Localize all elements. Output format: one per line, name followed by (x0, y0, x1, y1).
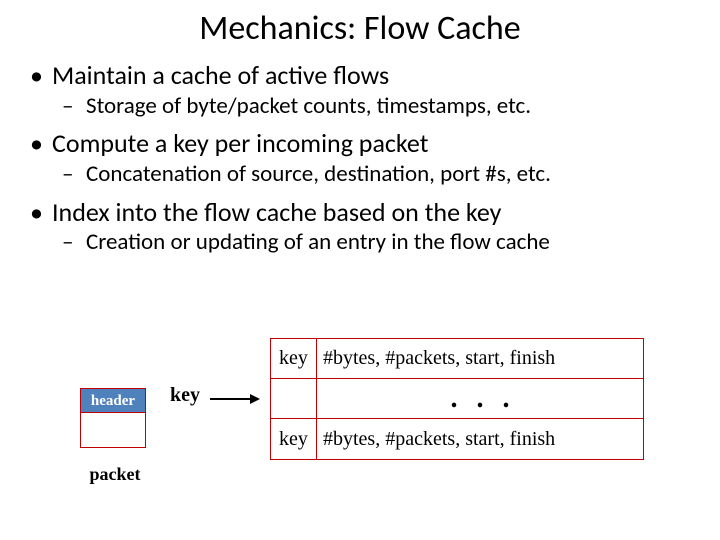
table-row: key #bytes, #packets, start, finish (271, 419, 643, 459)
cache-table: key #bytes, #packets, start, finish . . … (270, 338, 644, 460)
cell-value: #bytes, #packets, start, finish (317, 339, 643, 378)
bullet-2-sub: Concatenation of source, destination, po… (52, 160, 690, 190)
arrow-icon (210, 398, 258, 400)
bullet-1: Maintain a cache of active flows (52, 59, 690, 92)
packet-caption: packet (80, 464, 150, 485)
slide-title: Mechanics: Flow Cache (0, 0, 720, 49)
bullet-list: Maintain a cache of active flows Storage… (0, 49, 720, 258)
bullet-3: Index into the flow cache based on the k… (52, 196, 690, 229)
key-label: key (170, 384, 200, 407)
table-row: . . . (271, 379, 643, 419)
table-row: key #bytes, #packets, start, finish (271, 339, 643, 379)
diagram-area: header packet key key #bytes, #packets, … (0, 350, 720, 530)
packet-box: header (80, 388, 146, 448)
cell-dots: . . . (317, 379, 643, 418)
bullet-1-sub: Storage of byte/packet counts, timestamp… (52, 92, 690, 122)
cell-key: key (271, 339, 317, 378)
bullet-3-sub: Creation or updating of an entry in the … (52, 228, 690, 258)
cell-key: key (271, 419, 317, 459)
cell-key-empty (271, 379, 317, 418)
cell-value: #bytes, #packets, start, finish (317, 419, 643, 459)
bullet-2: Compute a key per incoming packet (52, 127, 690, 160)
packet-header-label: header (81, 389, 145, 413)
